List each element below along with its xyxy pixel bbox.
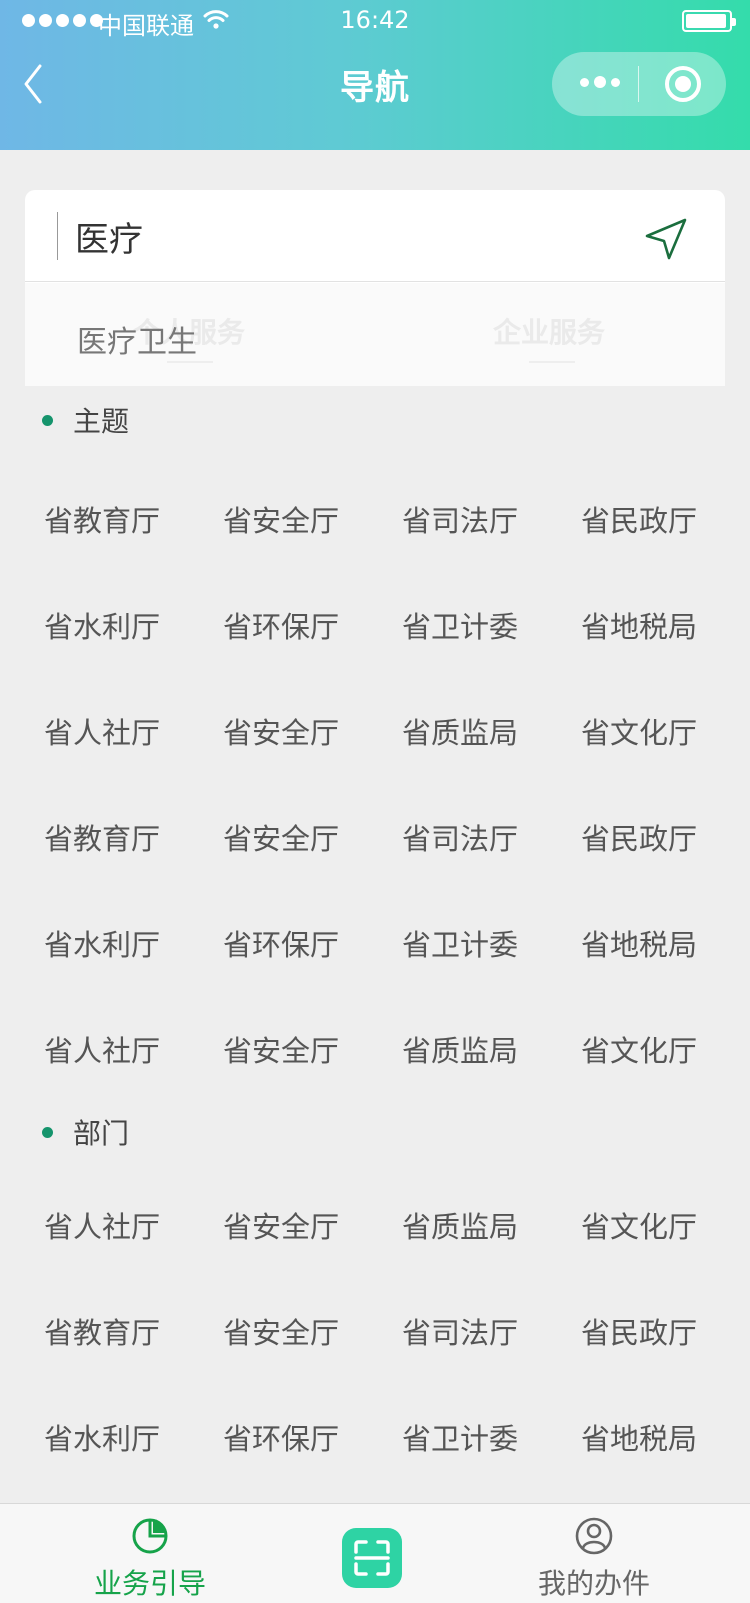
section-title-department: 部门 bbox=[42, 1112, 129, 1152]
grid-item[interactable]: 省文化厅 bbox=[581, 1204, 697, 1246]
grid-item[interactable]: 省安全厅 bbox=[223, 710, 339, 752]
grid-item[interactable]: 省民政厅 bbox=[581, 498, 697, 540]
grid-item[interactable]: 省水利厅 bbox=[44, 922, 160, 964]
tab-label: 业务引导 bbox=[93, 1567, 206, 1600]
battery-icon bbox=[682, 10, 736, 32]
grid-item[interactable]: 省教育厅 bbox=[44, 1310, 160, 1352]
theme-grid: 省教育厅 省安全厅 省司法厅 省民政厅 省水利厅 省环保厅 省卫计委 省地税局 … bbox=[0, 498, 750, 1134]
grid-item[interactable]: 省安全厅 bbox=[223, 1310, 339, 1352]
grid-item[interactable]: 省民政厅 bbox=[581, 816, 697, 858]
status-time: 16:42 bbox=[340, 6, 410, 34]
section-title-label: 主题 bbox=[73, 405, 130, 438]
grid-row: 省教育厅 省安全厅 省司法厅 省民政厅 bbox=[0, 816, 750, 922]
grid-row: 省人社厅 省安全厅 省质监局 省文化厅 bbox=[0, 1204, 750, 1310]
faded-tab-business: 企业服务 bbox=[493, 316, 606, 349]
grid-item[interactable]: 省质监局 bbox=[402, 710, 518, 752]
grid-item[interactable]: 省卫计委 bbox=[402, 604, 518, 646]
grid-item[interactable]: 省环保厅 bbox=[223, 604, 339, 646]
grid-item[interactable]: 省人社厅 bbox=[44, 710, 160, 752]
more-options-icon[interactable] bbox=[580, 76, 620, 88]
search-row bbox=[25, 190, 725, 282]
grid-item[interactable]: 省质监局 bbox=[402, 1204, 518, 1246]
status-bar: 中国联通 16:42 bbox=[0, 0, 750, 40]
scan-icon bbox=[354, 1540, 390, 1576]
user-icon bbox=[575, 1517, 613, 1555]
grid-item[interactable]: 省质监局 bbox=[402, 1028, 518, 1070]
tab-label: 我的办件 bbox=[537, 1567, 650, 1600]
grid-item[interactable]: 省人社厅 bbox=[44, 1028, 160, 1070]
grid-item[interactable]: 省水利厅 bbox=[44, 1416, 160, 1458]
pie-chart-icon bbox=[132, 1518, 168, 1554]
grid-item[interactable]: 省教育厅 bbox=[44, 498, 160, 540]
section-title-label: 部门 bbox=[73, 1117, 130, 1150]
suggestion-item[interactable]: 医疗卫生 bbox=[77, 317, 197, 361]
grid-item[interactable]: 省文化厅 bbox=[581, 1028, 697, 1070]
grid-row: 省人社厅 省安全厅 省质监局 省文化厅 bbox=[0, 710, 750, 816]
grid-item[interactable]: 省环保厅 bbox=[223, 1416, 339, 1458]
grid-item[interactable]: 省司法厅 bbox=[402, 816, 518, 858]
locate-icon[interactable] bbox=[643, 216, 689, 262]
grid-item[interactable]: 省卫计委 bbox=[402, 922, 518, 964]
suggestion-dropdown: 个人服务 企业服务 医疗卫生 bbox=[25, 283, 725, 386]
grid-item[interactable]: 省安全厅 bbox=[223, 816, 339, 858]
search-card: 个人服务 企业服务 医疗卫生 bbox=[25, 190, 725, 386]
faded-tab-underline bbox=[167, 361, 213, 363]
grid-row: 省教育厅 省安全厅 省司法厅 省民政厅 bbox=[0, 498, 750, 604]
capsule-divider bbox=[638, 66, 639, 102]
scan-button[interactable] bbox=[342, 1528, 402, 1588]
tab-bar: 业务引导 我的办件 bbox=[0, 1503, 750, 1603]
search-input[interactable] bbox=[75, 208, 635, 264]
bullet-dot bbox=[42, 414, 53, 426]
search-divider bbox=[57, 212, 58, 260]
grid-item[interactable]: 省民政厅 bbox=[581, 1310, 697, 1352]
grid-item[interactable]: 省司法厅 bbox=[402, 498, 518, 540]
grid-item[interactable]: 省安全厅 bbox=[223, 498, 339, 540]
grid-item[interactable]: 省人社厅 bbox=[44, 1204, 160, 1246]
grid-item[interactable]: 省安全厅 bbox=[223, 1028, 339, 1070]
close-mini-program-icon[interactable] bbox=[665, 66, 701, 102]
grid-item[interactable]: 省文化厅 bbox=[581, 710, 697, 752]
grid-item[interactable]: 省司法厅 bbox=[402, 1310, 518, 1352]
grid-item[interactable]: 省地税局 bbox=[581, 922, 697, 964]
section-title-theme: 主题 bbox=[42, 400, 129, 440]
bullet-dot bbox=[42, 1126, 53, 1138]
tab-my-cases[interactable]: 我的办件 bbox=[504, 1504, 684, 1603]
faded-tab-underline bbox=[529, 361, 575, 363]
grid-item[interactable]: 省卫计委 bbox=[402, 1416, 518, 1458]
grid-item[interactable]: 省教育厅 bbox=[44, 816, 160, 858]
grid-item[interactable]: 省安全厅 bbox=[223, 1204, 339, 1246]
grid-item[interactable]: 省地税局 bbox=[581, 604, 697, 646]
tab-business-guide[interactable]: 业务引导 bbox=[60, 1504, 240, 1603]
grid-row: 省水利厅 省环保厅 省卫计委 省地税局 bbox=[0, 604, 750, 710]
grid-row: 省水利厅 省环保厅 省卫计委 省地税局 bbox=[0, 922, 750, 1028]
navigation-header: 中国联通 16:42 导航 bbox=[0, 0, 750, 150]
grid-row: 省教育厅 省安全厅 省司法厅 省民政厅 bbox=[0, 1310, 750, 1416]
grid-item[interactable]: 省水利厅 bbox=[44, 604, 160, 646]
grid-item[interactable]: 省环保厅 bbox=[223, 922, 339, 964]
mini-program-capsule bbox=[552, 52, 726, 116]
grid-item[interactable]: 省地税局 bbox=[581, 1416, 697, 1458]
department-grid: 省人社厅 省安全厅 省质监局 省文化厅 省教育厅 省安全厅 省司法厅 省民政厅 … bbox=[0, 1204, 750, 1522]
